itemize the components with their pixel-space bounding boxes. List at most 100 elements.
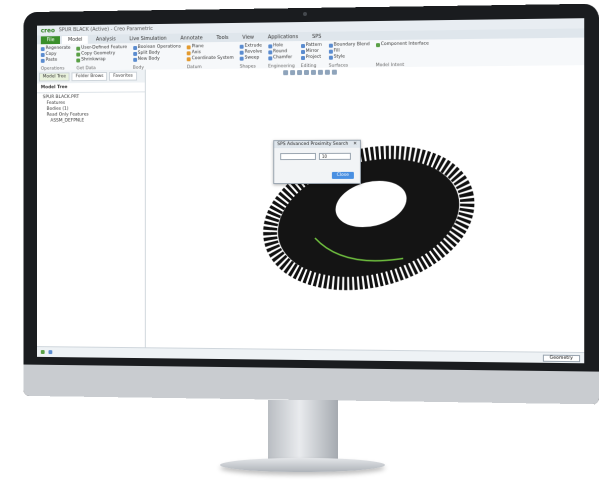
ribbon-item[interactable]: New Body <box>138 57 160 62</box>
ribbon-item[interactable]: Chamfer <box>273 55 292 60</box>
tab-annotate[interactable]: Annotate <box>174 34 208 42</box>
navigator-icon[interactable] <box>48 350 53 355</box>
tab-file[interactable]: File <box>40 36 61 45</box>
tab-tools[interactable]: Tools <box>211 34 235 42</box>
ribbon-item[interactable]: Project <box>306 55 321 60</box>
ribbon-item[interactable]: Copy Geometry <box>81 51 115 56</box>
chamfer-icon <box>268 55 273 60</box>
project-icon <box>300 55 305 60</box>
zoom-out-icon[interactable] <box>297 70 303 76</box>
udf-icon <box>76 46 81 51</box>
ribbon-item[interactable]: Mirror <box>306 49 319 54</box>
dialog-title: SPS Advanced Proximity Search <box>277 141 349 148</box>
view-manager-icon[interactable] <box>324 69 330 75</box>
group-datum: Plane Axis Coordinate System Datum <box>186 44 234 70</box>
dialog-row: 10 <box>274 148 360 165</box>
model-tree-panel: Model Tree Folder Brows Favorites Model … <box>37 69 146 349</box>
tab-favorites[interactable]: Favorites <box>109 71 137 81</box>
monitor-stand <box>268 400 338 462</box>
ribbon-item[interactable]: Shrinkwrap <box>81 57 105 62</box>
group-editing: Pattern Mirror Project Editing <box>300 43 323 69</box>
ribbon-item[interactable]: User-Defined Feature <box>81 45 127 50</box>
ribbon-item[interactable]: Style <box>334 55 345 60</box>
main-area: Model Tree Folder Brows Favorites Model … <box>37 65 585 354</box>
ribbon-item[interactable]: Axis <box>192 50 201 55</box>
view-toolbar <box>283 69 337 76</box>
group-operations: Regenerate Copy Paste Operations <box>40 46 71 72</box>
axis-icon <box>186 50 191 55</box>
fill-icon <box>328 49 333 54</box>
monitor: creo SPUR BLACK (Active) - Creo Parametr… <box>23 3 599 405</box>
ribbon-item[interactable]: Fill <box>334 49 340 54</box>
tab-analysis[interactable]: Analysis <box>90 35 121 43</box>
repaint-icon[interactable] <box>304 69 309 76</box>
round-icon <box>268 49 273 54</box>
zoom-in-icon[interactable] <box>290 70 296 76</box>
graphics-viewport[interactable]: SPS Advanced Proximity Search ✕ 10 Close <box>145 65 585 354</box>
window-title: SPUR BLACK (Active) - Creo Parametric <box>58 26 153 34</box>
ribbon-item[interactable]: Split Body <box>138 51 160 56</box>
close-icon[interactable]: ✕ <box>353 142 357 147</box>
saved-views-icon[interactable] <box>317 69 323 75</box>
ribbon-item[interactable]: Boundary Blend <box>334 42 370 47</box>
shrinkwrap-icon <box>76 58 81 62</box>
group-surfaces: Boundary Blend Fill Style Surfaces <box>328 42 370 69</box>
datum-display-icon[interactable] <box>331 69 337 75</box>
ribbon-item[interactable]: Regenerate <box>46 46 71 51</box>
screen: creo SPUR BLACK (Active) - Creo Parametr… <box>37 18 585 364</box>
ribbon-item[interactable]: Extrude <box>245 44 262 49</box>
ribbon-item[interactable]: Sweep <box>245 56 260 61</box>
copy-icon <box>40 52 45 57</box>
camera <box>303 11 307 17</box>
boolean-icon <box>132 45 137 50</box>
refit-icon[interactable] <box>283 70 289 76</box>
tab-applications[interactable]: Applications <box>262 33 304 42</box>
group-shapes: Extrude Revolve Sweep Shapes <box>239 44 263 70</box>
ribbon-item[interactable]: Paste <box>46 58 58 63</box>
hole-icon <box>268 43 273 48</box>
ribbon-item[interactable]: Round <box>273 49 287 54</box>
close-button[interactable]: Close <box>331 171 354 179</box>
ribbon-item[interactable]: Component Interface <box>381 42 429 48</box>
group-get-data: User-Defined Feature Copy Geometry Shrin… <box>76 45 127 71</box>
sidebar-tabs: Model Tree Folder Brows Favorites <box>37 69 145 84</box>
style-icon <box>328 55 333 60</box>
tree-item-csys[interactable]: ASSM_DEFPNLE <box>43 118 139 125</box>
plane-icon <box>186 44 191 49</box>
boundary-blend-icon <box>328 43 333 48</box>
monitor-base <box>220 458 385 472</box>
revolve-icon <box>239 50 244 55</box>
model-tree: SPUR BLACK.PRT Features Bodies (1) Read … <box>37 92 145 126</box>
tab-model[interactable]: Model <box>62 35 89 44</box>
group-model-intent: Component Interface Model Intent <box>375 42 429 68</box>
display-style-icon[interactable] <box>310 69 316 75</box>
extrude-icon <box>239 44 244 49</box>
copy-geometry-icon <box>76 52 81 57</box>
ribbon-item[interactable]: Boolean Operations <box>138 44 181 49</box>
tab-model-tree[interactable]: Model Tree <box>38 72 70 82</box>
selection-filter[interactable]: Geometry <box>542 354 581 362</box>
component-interface-icon <box>375 42 380 47</box>
ribbon-item[interactable]: Pattern <box>306 43 322 48</box>
ribbon-item[interactable]: Hole <box>273 43 283 48</box>
ribbon-item[interactable]: Copy <box>46 52 57 57</box>
tab-sps[interactable]: SPS <box>306 33 327 41</box>
paste-icon <box>40 58 45 63</box>
group-engineering: Hole Round Chamfer Engineering <box>268 43 295 69</box>
message-icon[interactable] <box>40 350 45 355</box>
ribbon-item[interactable]: Revolve <box>245 49 263 54</box>
tab-view[interactable]: View <box>236 34 260 42</box>
pattern-icon <box>300 43 305 48</box>
regenerate-icon <box>40 46 45 51</box>
csys-icon <box>186 56 191 61</box>
tab-folder-browser[interactable]: Folder Brows <box>71 71 108 82</box>
mirror-icon <box>300 49 305 54</box>
distance-input[interactable]: 10 <box>318 152 351 160</box>
monitor-chin <box>23 364 599 405</box>
creo-logo: creo <box>40 26 55 34</box>
ribbon-item[interactable]: Plane <box>192 44 204 49</box>
tab-live-simulation[interactable]: Live Simulation <box>124 35 173 44</box>
ribbon-item[interactable]: Coordinate System <box>192 56 234 61</box>
proximity-search-dialog: SPS Advanced Proximity Search ✕ 10 Close <box>273 139 361 185</box>
range-slider[interactable] <box>280 152 316 161</box>
